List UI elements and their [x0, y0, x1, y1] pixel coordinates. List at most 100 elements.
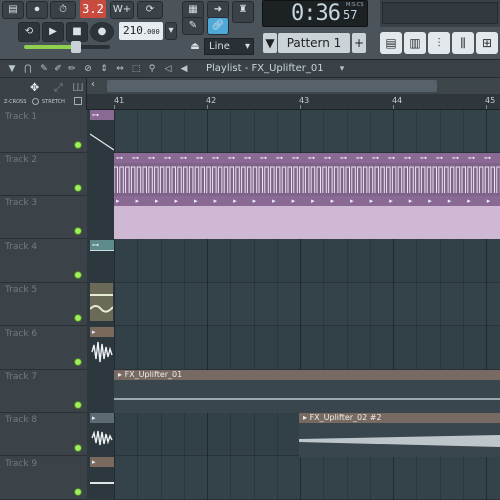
tempo-display[interactable]: 210.000 [119, 22, 163, 40]
loop-record-icon[interactable]: ⟳ [137, 1, 163, 19]
mixer-view-icon[interactable]: ⫼ [452, 32, 474, 54]
chain-link-icon[interactable]: 🔗︎ [207, 17, 229, 35]
track-mute-led[interactable] [74, 401, 82, 409]
title-menu-chevron-icon[interactable]: ▾ [336, 63, 348, 75]
snap-select[interactable]: Line ▾ [204, 38, 254, 55]
fx-uplifter-01-clip-header[interactable]: ▸ FX_Uplifter_01 [114, 370, 500, 380]
stretch-icon[interactable]: Ш [72, 81, 84, 94]
automation-clip-header[interactable]: ⊶ [90, 110, 114, 120]
pattern-clip-header[interactable]: ⊶⊶⊶⊶⊶⊶⊶⊶⊶⊶⊶⊶⊶⊶⊶⊶⊶⊶⊶⊶⊶⊶⊶⊶⊶⊶⊶⊶⊶⊶⊶⊶⊶⊶ [114, 153, 500, 163]
scroll-left-icon[interactable]: ‹ [91, 79, 95, 90]
track-mute-led[interactable] [74, 227, 82, 235]
track-mute-led[interactable] [74, 314, 82, 322]
track-header[interactable]: Track 4 [0, 240, 87, 283]
stop-button[interactable]: ■ [66, 22, 88, 42]
draw-icon[interactable]: ✎ [38, 63, 50, 75]
fl-studio-window: ▤ ⏺ ⏱ 3.2 W+ ⟳ ⟲ ▶ ■ ● 210.000 ▾ ▦ ➜ ♜ ✎… [0, 0, 500, 500]
horizontal-scrollbar[interactable]: ‹ [87, 78, 500, 94]
track-header[interactable]: Track 3 [0, 196, 87, 239]
track-header[interactable]: Track 1 [0, 110, 87, 153]
brush-icon[interactable]: ✏ [66, 63, 78, 75]
pattern-menu-button[interactable]: ▼ [263, 33, 277, 53]
time-display[interactable]: 0:36 M:S:CS 57 [262, 0, 368, 27]
track-lane[interactable] [87, 327, 500, 370]
track-lane[interactable] [87, 457, 500, 500]
chevron-down-icon[interactable]: ▼ [6, 63, 18, 75]
pattern-number-display[interactable]: 3.2 [80, 0, 106, 18]
fx-uplifter-02-clip-header[interactable]: ▸ FX_Uplifter_02 #2 [299, 413, 500, 423]
paint-icon[interactable]: ✐ [52, 63, 64, 75]
fx-uplifter-01-clip-body[interactable] [114, 380, 500, 413]
record-icon[interactable]: ⏺ [26, 1, 48, 19]
track-lane[interactable] [87, 110, 500, 153]
menu-icon[interactable]: ▤ [2, 1, 24, 19]
magnet-icon[interactable]: ⋂ [22, 63, 34, 75]
track-header[interactable]: Track 9 [0, 457, 87, 500]
browser-icon[interactable]: ⊞ [476, 32, 498, 54]
pattern-selector[interactable]: Pattern 1 [278, 33, 350, 53]
track-mute-led[interactable] [74, 184, 82, 192]
track-header[interactable]: Track 7 [0, 370, 87, 413]
move-icon[interactable]: ✥ [30, 81, 39, 94]
metronome-icon[interactable]: ⏱ [50, 1, 76, 19]
track-mute-led[interactable] [74, 444, 82, 452]
track-header[interactable]: Track 2 [0, 153, 87, 196]
audio-clip-body[interactable] [114, 206, 500, 239]
loop-mode-button[interactable]: ⟲ [18, 22, 40, 42]
ruler-tick [114, 105, 115, 109]
track-name: Track 8 [5, 415, 38, 425]
z-cross-toggle[interactable] [32, 98, 39, 105]
channel-rack-icon[interactable]: ⫶ [428, 32, 450, 54]
slice-icon[interactable]: ⇔ [114, 63, 126, 75]
track-mute-led[interactable] [74, 488, 82, 496]
resize-icon[interactable]: ⤢ [54, 81, 63, 95]
master-volume-slider[interactable] [24, 41, 110, 53]
track-header[interactable]: Track 8 [0, 413, 87, 456]
slip-icon[interactable]: ⇕ [98, 63, 110, 75]
record-button[interactable]: ● [90, 22, 114, 42]
master-volume-knob[interactable] [71, 41, 81, 53]
track-mute-led[interactable] [74, 358, 82, 366]
pattern-clip-body[interactable] [114, 163, 500, 196]
track-name: Track 2 [5, 155, 38, 165]
tempo-tap-icon[interactable]: ▾ [165, 22, 177, 40]
step-edit-icon[interactable]: W+ [110, 1, 134, 19]
track-lane[interactable] [87, 240, 500, 283]
automation-curve[interactable] [90, 120, 114, 152]
main-toolbar: ▤ ⏺ ⏱ 3.2 W+ ⟳ ⟲ ▶ ■ ● 210.000 ▾ ▦ ➜ ♜ ✎… [0, 0, 500, 60]
track-mute-led[interactable] [74, 141, 82, 149]
speaker-icon[interactable]: ◀ [178, 63, 190, 75]
audio-clip-header[interactable]: ▸ [90, 413, 114, 423]
add-pattern-button[interactable]: + [352, 33, 366, 53]
mute-icon[interactable]: ⊘ [82, 63, 94, 75]
zoom-icon[interactable]: ⚲ [146, 63, 158, 75]
timeline-ruler[interactable]: 41 42 43 44 45 [87, 94, 500, 110]
track-name: Track 5 [5, 285, 38, 295]
piano-roll-view-icon[interactable]: ▥ [404, 32, 426, 54]
track-header[interactable]: Track 5 [0, 283, 87, 326]
audio-clip-header[interactable]: ▸▸▸▸▸▸▸▸▸▸▸▸▸▸▸▸▸▸▸▸▸▸ [114, 196, 500, 206]
automation-clip-header[interactable]: ⊶ [90, 240, 114, 250]
waveform-thumbnail [90, 294, 113, 313]
scrollbar-thumb[interactable] [107, 80, 437, 92]
track-lane[interactable] [87, 283, 500, 326]
chevron-down-icon: ▾ [244, 41, 250, 52]
stretch-toggle[interactable] [74, 97, 82, 105]
playlist-icon[interactable]: ▤ [380, 32, 402, 54]
ruler-tick [300, 105, 301, 109]
audio-clip-header[interactable]: ▸ [90, 457, 114, 467]
track-mute-led[interactable] [74, 271, 82, 279]
track-header[interactable]: Track 6 [0, 327, 87, 370]
playback-icon[interactable]: ◁ [162, 63, 174, 75]
play-button[interactable]: ▶ [42, 22, 64, 42]
waveform-line [90, 482, 114, 484]
lock-icon[interactable]: ⏏ [190, 39, 200, 53]
mixer-icon[interactable]: ♜ [232, 1, 254, 23]
bar-number: 45 [485, 96, 496, 105]
playlist-grid[interactable]: ⊶ ⊶⊶⊶⊶⊶⊶⊶⊶⊶⊶⊶⊶⊶⊶⊶⊶⊶⊶⊶⊶⊶⊶⊶⊶⊶⊶⊶⊶⊶⊶⊶⊶⊶⊶ ▸▸▸… [87, 110, 500, 500]
waveform-thumbnail [91, 341, 113, 363]
select-icon[interactable]: ⬚ [130, 63, 142, 75]
pencil-icon[interactable]: ✎ [182, 17, 204, 35]
time-sub: 57 [343, 8, 358, 22]
audio-clip-header[interactable]: ▸ [90, 327, 114, 337]
